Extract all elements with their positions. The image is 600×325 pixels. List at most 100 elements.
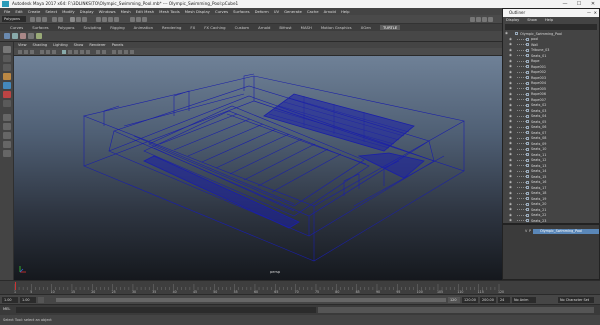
film-gate-icon[interactable] (46, 50, 50, 54)
menu-cache[interactable]: Cache (307, 9, 319, 14)
layer-visibility-toggle[interactable]: V (525, 229, 527, 233)
range-end-handle[interactable]: 120 (448, 297, 460, 303)
attribute-editor-icon[interactable] (476, 17, 481, 22)
visibility-eye-icon[interactable]: ◉ (509, 120, 515, 123)
shelf-tab-rigging[interactable]: Rigging (110, 25, 124, 30)
shelf-tab-mash[interactable]: MASH (301, 25, 312, 30)
visibility-eye-icon[interactable]: ◉ (509, 125, 515, 129)
anim-layer-dropdown[interactable]: No Anim Layer (512, 297, 536, 308)
wireframe-icon[interactable] (62, 50, 66, 54)
new-scene-icon[interactable] (30, 17, 35, 22)
menu-set-dropdown[interactable]: Polygons (2, 16, 26, 22)
resolution-gate-icon[interactable] (52, 50, 56, 54)
shelf-tab-custom[interactable]: Custom (235, 25, 250, 30)
menu-create[interactable]: Create (28, 9, 41, 14)
shelf-tab-motion-graphics[interactable]: Motion Graphics (321, 25, 352, 30)
range-start-handle[interactable] (38, 297, 44, 303)
menu-mesh-tools[interactable]: Mesh Tools (159, 9, 180, 14)
menu-mesh[interactable]: Mesh (121, 9, 131, 14)
textured-icon[interactable] (74, 50, 78, 54)
outliner-menu-help[interactable]: Help (545, 18, 553, 22)
visibility-eye-icon[interactable]: ◉ (509, 87, 515, 90)
visibility-eye-icon[interactable]: ◉ (509, 197, 515, 200)
visibility-eye-icon[interactable]: ◉ (509, 142, 515, 145)
panel-menu-lighting[interactable]: Lighting (53, 43, 68, 47)
visibility-eye-icon[interactable]: ◉ (509, 153, 515, 156)
maximize-button[interactable]: ☐ (572, 0, 586, 8)
menu-modify[interactable]: Modify (62, 9, 75, 14)
panel-menu-view[interactable]: View (18, 43, 27, 47)
menu-uv[interactable]: UV (274, 9, 279, 14)
lasso-tool-icon[interactable] (3, 55, 11, 62)
command-input[interactable] (16, 307, 316, 313)
visibility-eye-icon[interactable]: ◉ (509, 98, 515, 101)
current-time-marker[interactable] (15, 282, 16, 290)
visibility-eye-icon[interactable]: ◉ (509, 219, 515, 222)
time-slider[interactable]: 1 5 10 15 20 25 30 35 40 45 50 55 60 65 70 75 80 85 90 95 10… (0, 280, 600, 294)
visibility-eye-icon[interactable]: ◉ (509, 76, 515, 79)
select-component-icon[interactable] (82, 17, 87, 22)
outliner-item[interactable]: ◉ Seats_23 (503, 218, 599, 223)
four-layout-icon[interactable] (3, 123, 11, 130)
render-icon[interactable] (130, 17, 135, 22)
end-time-field[interactable]: 200.00 (480, 297, 496, 303)
shelf-tab-surfaces[interactable]: Surfaces (32, 25, 48, 30)
visibility-eye-icon[interactable]: ◉ (509, 169, 515, 173)
minimize-button[interactable]: — (558, 0, 572, 8)
shelf-item-icon[interactable] (4, 33, 10, 39)
visibility-eye-icon[interactable]: ◉ (509, 109, 515, 112)
shelf-tab-sculpting[interactable]: Sculpting (84, 25, 102, 30)
menu-file[interactable]: File (4, 9, 10, 14)
modeling-toolkit-icon[interactable] (470, 17, 475, 22)
panel-menu-show[interactable]: Show (74, 43, 84, 47)
move-tool-icon[interactable] (3, 73, 11, 80)
shelf-tab-curves[interactable]: Curves (10, 25, 23, 30)
select-hierarchy-icon[interactable] (70, 17, 75, 22)
visibility-eye-icon[interactable]: ◉ (509, 213, 515, 217)
visibility-eye-icon[interactable]: ◉ (509, 43, 515, 46)
paint-select-tool-icon[interactable] (3, 64, 11, 71)
layer-playback-toggle[interactable]: P (529, 229, 531, 233)
rotate-tool-icon[interactable] (3, 82, 11, 89)
undo-icon[interactable] (52, 17, 57, 22)
viewport-persp[interactable]: persp (14, 56, 502, 280)
visibility-eye-icon[interactable]: ◉ (509, 114, 515, 118)
shelf-item-icon[interactable] (12, 33, 18, 39)
menu-windows[interactable]: Windows (99, 9, 116, 14)
grid-toggle-icon[interactable] (40, 50, 44, 54)
panel-menu-panels[interactable]: Panels (112, 43, 124, 47)
visibility-eye-icon[interactable]: ◉ (509, 202, 515, 206)
outliner-minimize-icon[interactable]: — (587, 9, 591, 17)
shelf-item-icon[interactable] (36, 33, 42, 39)
layer-row[interactable]: Olympic_Swimming_Pool (533, 229, 599, 234)
visibility-eye-icon[interactable]: ◉ (509, 175, 515, 178)
menu-select[interactable]: Select (45, 9, 57, 14)
range-end-field[interactable]: 120.00 (462, 297, 478, 303)
shelf-tab-bifrost[interactable]: Bifrost (279, 25, 291, 30)
menu-curves[interactable]: Curves (215, 9, 228, 14)
snap-curve-icon[interactable] (102, 17, 107, 22)
shelf-tab-turtle[interactable]: TURTLE (379, 25, 401, 30)
outliner-close-icon[interactable]: ✕ (594, 9, 597, 17)
snap-point-icon[interactable] (108, 17, 113, 22)
visibility-eye-icon[interactable]: ◉ (509, 54, 515, 57)
range-slider[interactable] (56, 298, 446, 302)
visibility-eye-icon[interactable]: ◉ (509, 158, 515, 162)
camera-select-icon[interactable] (18, 50, 22, 54)
visibility-eye-icon[interactable]: ◉ (509, 164, 515, 167)
graph-layout-icon[interactable] (3, 150, 11, 157)
outliner-search-input[interactable] (505, 24, 597, 30)
visibility-eye-icon[interactable]: ◉ (509, 48, 515, 52)
single-layout-icon[interactable] (3, 114, 11, 121)
menu-edit[interactable]: Edit (15, 9, 22, 14)
visibility-eye-icon[interactable]: ◉ (509, 65, 515, 68)
visibility-eye-icon[interactable]: ◉ (509, 92, 515, 96)
panel-menu-shading[interactable]: Shading (33, 43, 48, 47)
panel-menu-renderer[interactable]: Renderer (89, 43, 105, 47)
visibility-eye-icon[interactable]: ◉ (509, 180, 515, 184)
visibility-eye-icon[interactable]: ◉ (509, 147, 515, 151)
menu-help[interactable]: Help (341, 9, 350, 14)
shelf-tab-animation[interactable]: Animation (134, 25, 153, 30)
menu-generate[interactable]: Generate (284, 9, 302, 14)
channel-box-icon[interactable] (488, 17, 493, 22)
